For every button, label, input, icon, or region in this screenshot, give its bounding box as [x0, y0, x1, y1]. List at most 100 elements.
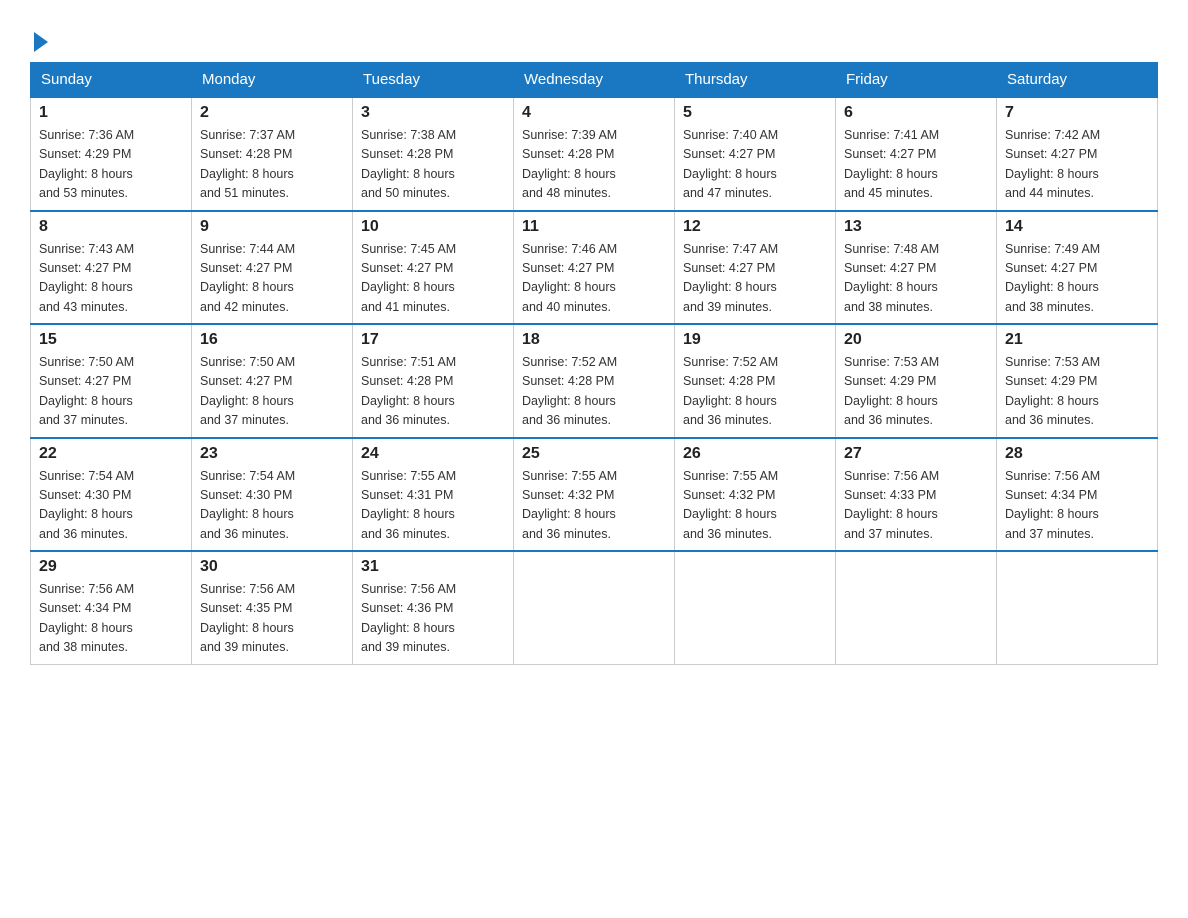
day-info: Sunrise: 7:47 AMSunset: 4:27 PMDaylight:…: [683, 242, 778, 314]
calendar-day-cell: 22 Sunrise: 7:54 AMSunset: 4:30 PMDaylig…: [31, 438, 192, 552]
page-header: [30, 20, 1158, 52]
day-number: 2: [200, 104, 344, 122]
day-number: 8: [39, 218, 183, 236]
day-number: 19: [683, 331, 827, 349]
calendar-day-cell: 11 Sunrise: 7:46 AMSunset: 4:27 PMDaylig…: [514, 211, 675, 325]
calendar-day-cell: 10 Sunrise: 7:45 AMSunset: 4:27 PMDaylig…: [353, 211, 514, 325]
day-info: Sunrise: 7:55 AMSunset: 4:32 PMDaylight:…: [683, 469, 778, 541]
day-number: 24: [361, 445, 505, 463]
calendar-day-header: Sunday: [31, 63, 192, 98]
calendar-day-cell: 24 Sunrise: 7:55 AMSunset: 4:31 PMDaylig…: [353, 438, 514, 552]
calendar-day-cell: [997, 551, 1158, 664]
day-number: 12: [683, 218, 827, 236]
calendar-day-cell: 2 Sunrise: 7:37 AMSunset: 4:28 PMDayligh…: [192, 97, 353, 211]
calendar-day-cell: [836, 551, 997, 664]
day-number: 7: [1005, 104, 1149, 122]
calendar-day-header: Thursday: [675, 63, 836, 98]
calendar-day-cell: 15 Sunrise: 7:50 AMSunset: 4:27 PMDaylig…: [31, 324, 192, 438]
calendar-day-cell: 4 Sunrise: 7:39 AMSunset: 4:28 PMDayligh…: [514, 97, 675, 211]
day-info: Sunrise: 7:41 AMSunset: 4:27 PMDaylight:…: [844, 128, 939, 200]
day-info: Sunrise: 7:48 AMSunset: 4:27 PMDaylight:…: [844, 242, 939, 314]
day-info: Sunrise: 7:39 AMSunset: 4:28 PMDaylight:…: [522, 128, 617, 200]
day-info: Sunrise: 7:52 AMSunset: 4:28 PMDaylight:…: [522, 355, 617, 427]
calendar-week-row: 29 Sunrise: 7:56 AMSunset: 4:34 PMDaylig…: [31, 551, 1158, 664]
calendar-day-cell: 1 Sunrise: 7:36 AMSunset: 4:29 PMDayligh…: [31, 97, 192, 211]
day-info: Sunrise: 7:38 AMSunset: 4:28 PMDaylight:…: [361, 128, 456, 200]
logo: [30, 30, 48, 52]
logo-triangle-icon: [34, 32, 48, 52]
calendar-day-cell: 5 Sunrise: 7:40 AMSunset: 4:27 PMDayligh…: [675, 97, 836, 211]
day-info: Sunrise: 7:55 AMSunset: 4:31 PMDaylight:…: [361, 469, 456, 541]
calendar-day-cell: 7 Sunrise: 7:42 AMSunset: 4:27 PMDayligh…: [997, 97, 1158, 211]
logo-blue-text: [30, 30, 48, 52]
day-info: Sunrise: 7:50 AMSunset: 4:27 PMDaylight:…: [39, 355, 134, 427]
day-number: 29: [39, 558, 183, 576]
calendar-day-cell: 21 Sunrise: 7:53 AMSunset: 4:29 PMDaylig…: [997, 324, 1158, 438]
calendar-week-row: 1 Sunrise: 7:36 AMSunset: 4:29 PMDayligh…: [31, 97, 1158, 211]
day-number: 21: [1005, 331, 1149, 349]
day-info: Sunrise: 7:53 AMSunset: 4:29 PMDaylight:…: [1005, 355, 1100, 427]
day-number: 28: [1005, 445, 1149, 463]
calendar-day-cell: 14 Sunrise: 7:49 AMSunset: 4:27 PMDaylig…: [997, 211, 1158, 325]
day-info: Sunrise: 7:49 AMSunset: 4:27 PMDaylight:…: [1005, 242, 1100, 314]
day-info: Sunrise: 7:56 AMSunset: 4:35 PMDaylight:…: [200, 582, 295, 654]
day-number: 18: [522, 331, 666, 349]
day-number: 23: [200, 445, 344, 463]
day-number: 25: [522, 445, 666, 463]
day-number: 5: [683, 104, 827, 122]
calendar-day-header: Monday: [192, 63, 353, 98]
calendar-table: SundayMondayTuesdayWednesdayThursdayFrid…: [30, 62, 1158, 665]
day-number: 27: [844, 445, 988, 463]
calendar-day-cell: 19 Sunrise: 7:52 AMSunset: 4:28 PMDaylig…: [675, 324, 836, 438]
calendar-day-cell: 3 Sunrise: 7:38 AMSunset: 4:28 PMDayligh…: [353, 97, 514, 211]
day-info: Sunrise: 7:53 AMSunset: 4:29 PMDaylight:…: [844, 355, 939, 427]
day-info: Sunrise: 7:56 AMSunset: 4:34 PMDaylight:…: [1005, 469, 1100, 541]
calendar-day-cell: 27 Sunrise: 7:56 AMSunset: 4:33 PMDaylig…: [836, 438, 997, 552]
calendar-day-cell: 12 Sunrise: 7:47 AMSunset: 4:27 PMDaylig…: [675, 211, 836, 325]
calendar-day-cell: 16 Sunrise: 7:50 AMSunset: 4:27 PMDaylig…: [192, 324, 353, 438]
calendar-day-header: Saturday: [997, 63, 1158, 98]
day-number: 17: [361, 331, 505, 349]
calendar-day-header: Wednesday: [514, 63, 675, 98]
calendar-day-cell: 30 Sunrise: 7:56 AMSunset: 4:35 PMDaylig…: [192, 551, 353, 664]
calendar-day-cell: 8 Sunrise: 7:43 AMSunset: 4:27 PMDayligh…: [31, 211, 192, 325]
day-info: Sunrise: 7:55 AMSunset: 4:32 PMDaylight:…: [522, 469, 617, 541]
day-number: 11: [522, 218, 666, 236]
day-info: Sunrise: 7:43 AMSunset: 4:27 PMDaylight:…: [39, 242, 134, 314]
day-number: 1: [39, 104, 183, 122]
calendar-day-cell: 18 Sunrise: 7:52 AMSunset: 4:28 PMDaylig…: [514, 324, 675, 438]
day-number: 20: [844, 331, 988, 349]
day-info: Sunrise: 7:56 AMSunset: 4:36 PMDaylight:…: [361, 582, 456, 654]
day-info: Sunrise: 7:51 AMSunset: 4:28 PMDaylight:…: [361, 355, 456, 427]
day-info: Sunrise: 7:36 AMSunset: 4:29 PMDaylight:…: [39, 128, 134, 200]
day-info: Sunrise: 7:50 AMSunset: 4:27 PMDaylight:…: [200, 355, 295, 427]
day-info: Sunrise: 7:46 AMSunset: 4:27 PMDaylight:…: [522, 242, 617, 314]
calendar-week-row: 22 Sunrise: 7:54 AMSunset: 4:30 PMDaylig…: [31, 438, 1158, 552]
calendar-day-cell: 31 Sunrise: 7:56 AMSunset: 4:36 PMDaylig…: [353, 551, 514, 664]
calendar-day-cell: 29 Sunrise: 7:56 AMSunset: 4:34 PMDaylig…: [31, 551, 192, 664]
calendar-day-cell: 13 Sunrise: 7:48 AMSunset: 4:27 PMDaylig…: [836, 211, 997, 325]
calendar-day-cell: 28 Sunrise: 7:56 AMSunset: 4:34 PMDaylig…: [997, 438, 1158, 552]
day-info: Sunrise: 7:54 AMSunset: 4:30 PMDaylight:…: [200, 469, 295, 541]
day-number: 22: [39, 445, 183, 463]
day-info: Sunrise: 7:56 AMSunset: 4:33 PMDaylight:…: [844, 469, 939, 541]
day-number: 4: [522, 104, 666, 122]
day-number: 10: [361, 218, 505, 236]
day-number: 13: [844, 218, 988, 236]
day-number: 9: [200, 218, 344, 236]
calendar-day-cell: 17 Sunrise: 7:51 AMSunset: 4:28 PMDaylig…: [353, 324, 514, 438]
calendar-day-cell: 25 Sunrise: 7:55 AMSunset: 4:32 PMDaylig…: [514, 438, 675, 552]
day-number: 26: [683, 445, 827, 463]
day-number: 16: [200, 331, 344, 349]
day-number: 15: [39, 331, 183, 349]
calendar-week-row: 8 Sunrise: 7:43 AMSunset: 4:27 PMDayligh…: [31, 211, 1158, 325]
calendar-day-cell: [514, 551, 675, 664]
day-info: Sunrise: 7:45 AMSunset: 4:27 PMDaylight:…: [361, 242, 456, 314]
calendar-day-cell: 23 Sunrise: 7:54 AMSunset: 4:30 PMDaylig…: [192, 438, 353, 552]
calendar-day-header: Tuesday: [353, 63, 514, 98]
day-info: Sunrise: 7:37 AMSunset: 4:28 PMDaylight:…: [200, 128, 295, 200]
day-number: 6: [844, 104, 988, 122]
calendar-day-cell: 9 Sunrise: 7:44 AMSunset: 4:27 PMDayligh…: [192, 211, 353, 325]
day-number: 14: [1005, 218, 1149, 236]
calendar-day-header: Friday: [836, 63, 997, 98]
